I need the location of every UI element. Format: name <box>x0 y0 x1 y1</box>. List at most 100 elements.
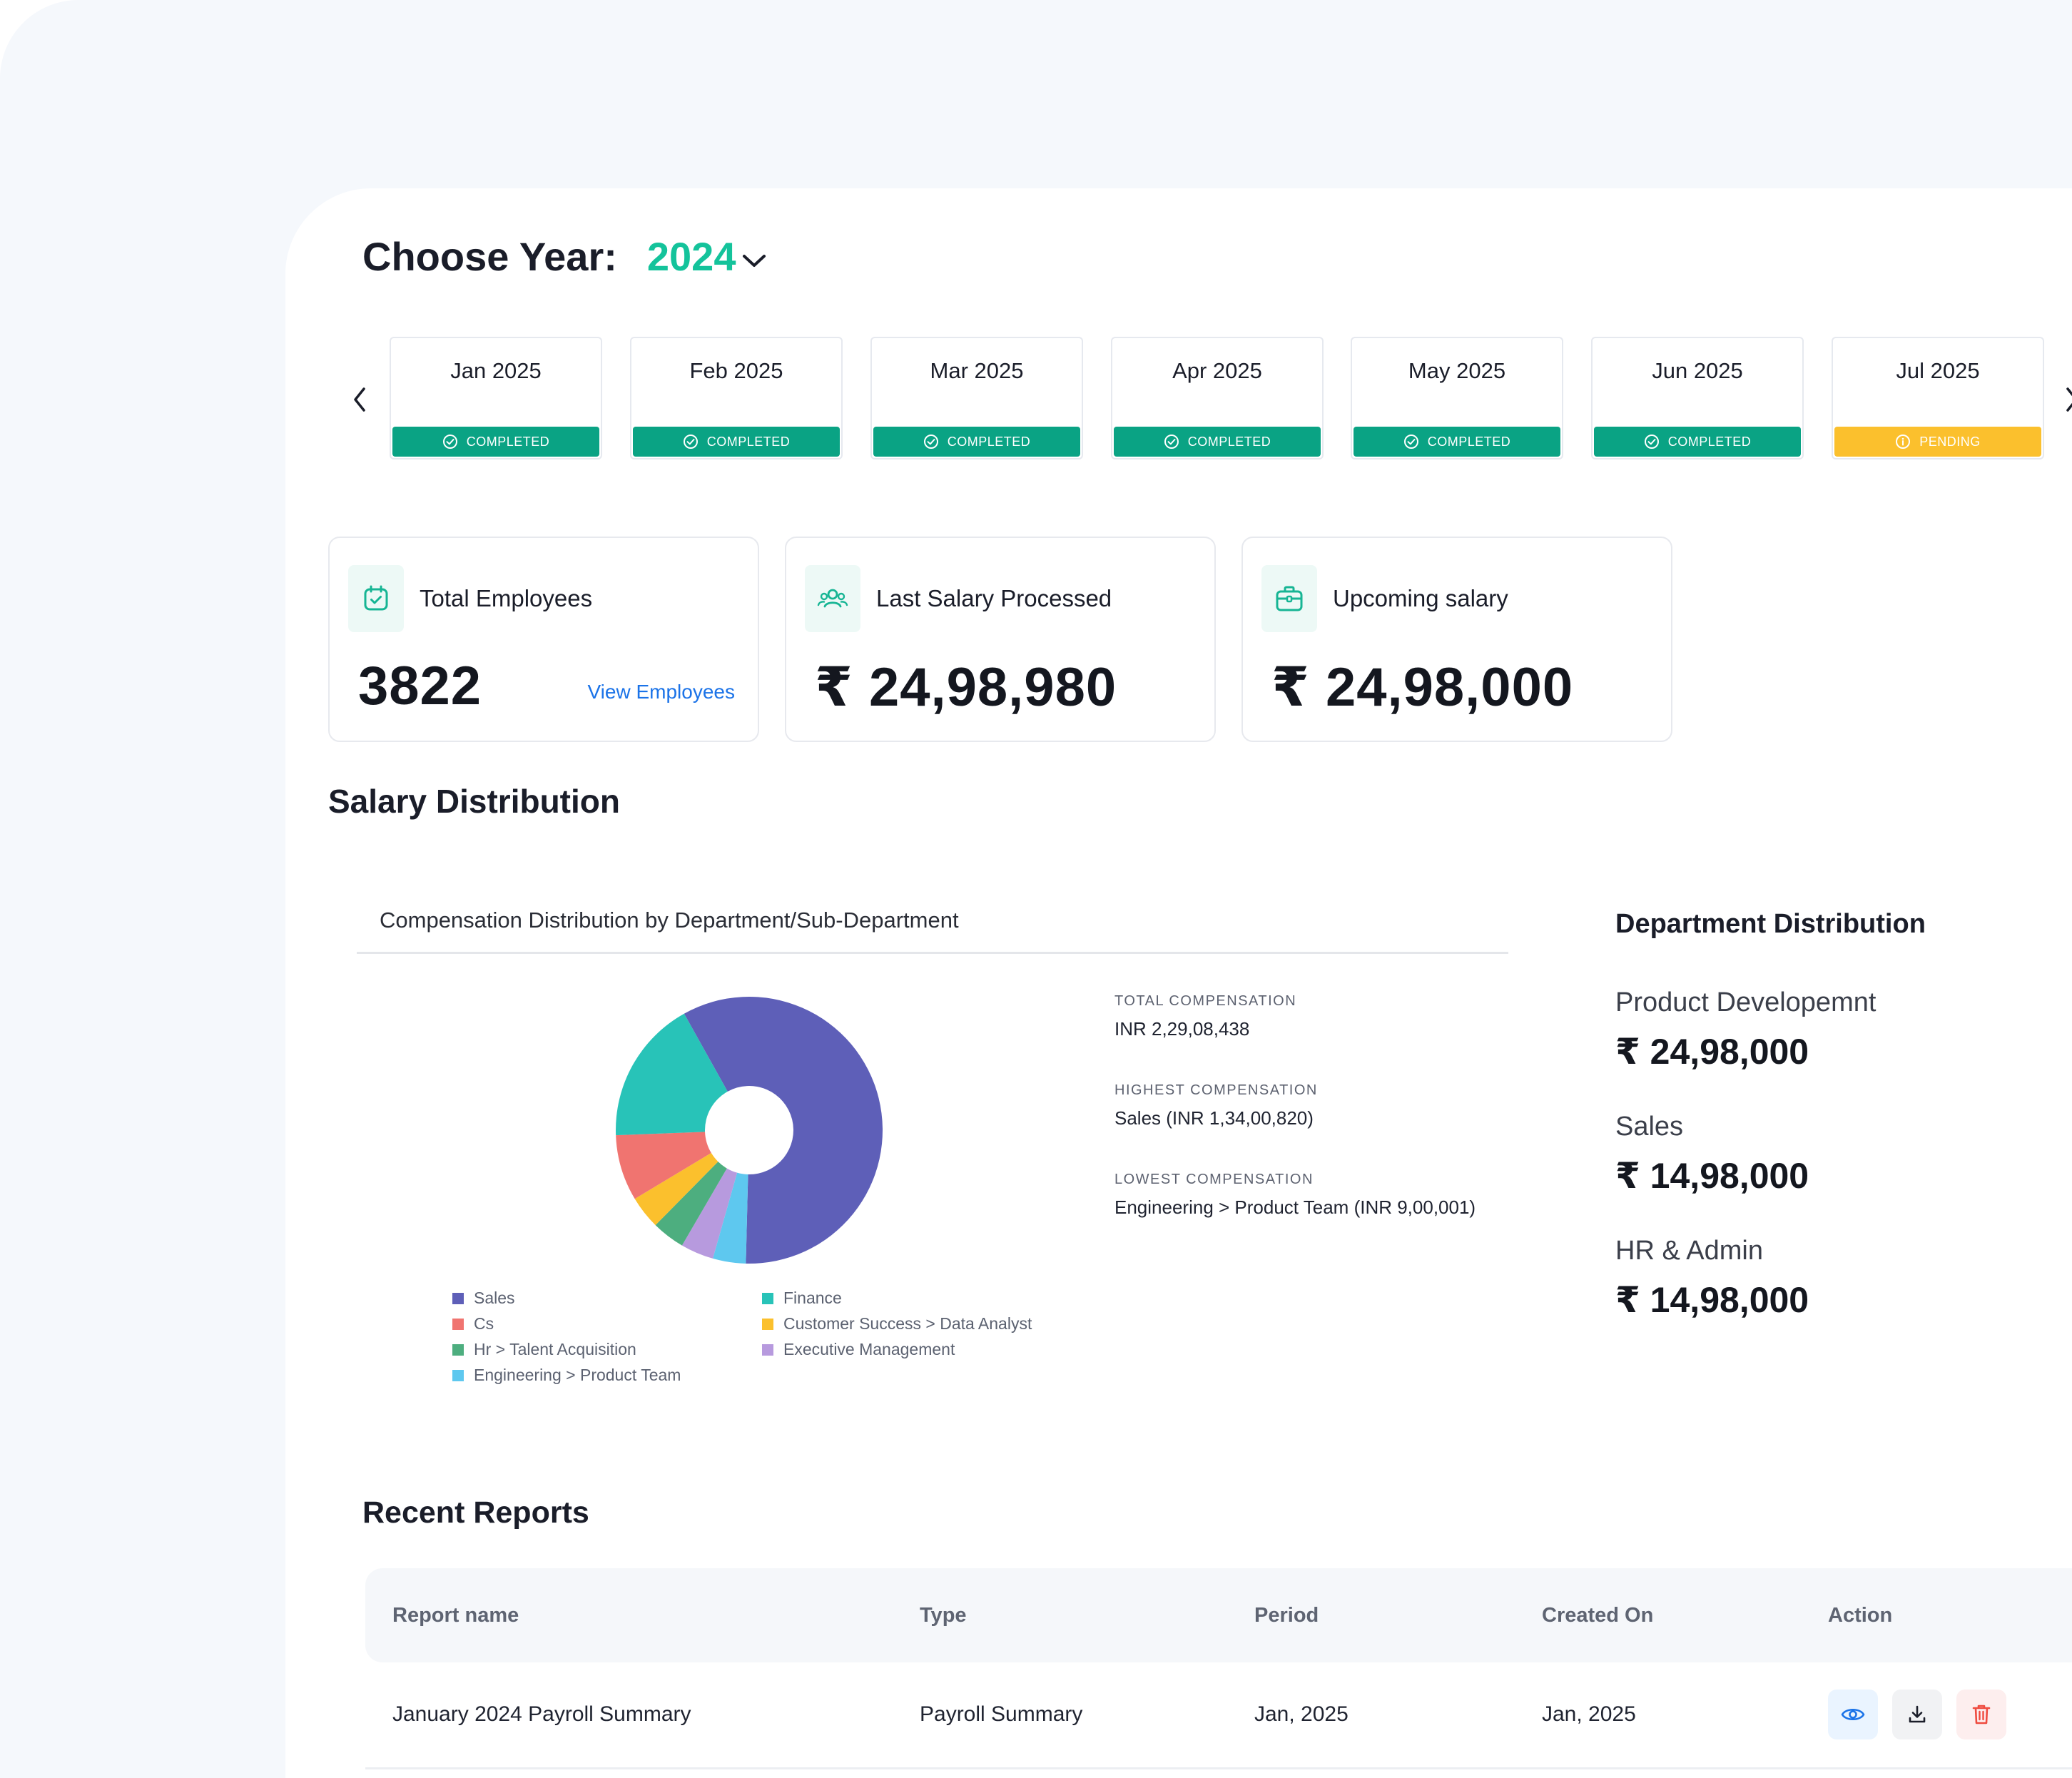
month-card-jun[interactable]: Jun 2025 COMPLETED <box>1591 337 1804 459</box>
summary-value: INR 2,29,08,438 <box>1114 1018 1250 1040</box>
eye-icon <box>1841 1708 1865 1721</box>
legend-label: Finance <box>783 1289 842 1307</box>
column-header[interactable]: Type <box>920 1604 967 1627</box>
download-button[interactable] <box>1892 1690 1942 1739</box>
status-badge: COMPLETED <box>1114 427 1321 457</box>
legend-label: Executive Management <box>783 1340 955 1358</box>
column-header[interactable]: Created On <box>1542 1604 1653 1627</box>
year-selector[interactable]: Choose Year: 2024 <box>362 231 767 281</box>
summary-lowest: LOWEST COMPENSATION Engineering > Produc… <box>1114 1172 1476 1219</box>
legend-item[interactable]: Hr > Talent Acquisition <box>452 1340 636 1359</box>
check-circle-icon <box>683 435 698 449</box>
column-header[interactable]: Report name <box>392 1604 519 1627</box>
month-card-jul[interactable]: Jul 2025 PENDING <box>1832 337 2044 459</box>
recent-reports-title: Recent Reports <box>362 1495 589 1530</box>
column-header[interactable]: Period <box>1254 1604 1319 1627</box>
trash-icon <box>1972 1705 1991 1724</box>
legend-item[interactable]: Cs <box>452 1314 494 1334</box>
last-salary-value: ₹ 24,98,980 <box>815 657 1117 718</box>
download-icon <box>1909 1705 1926 1723</box>
department-value: ₹ 14,98,000 <box>1615 1280 1809 1320</box>
month-card-jan[interactable]: Jan 2025 COMPLETED <box>390 337 602 459</box>
table-header: Report name Type Period Created On Actio… <box>365 1568 2072 1662</box>
legend-item[interactable]: Sales <box>452 1289 515 1308</box>
delete-button[interactable] <box>1956 1690 2006 1739</box>
check-circle-icon <box>1644 435 1659 449</box>
calendar-check-icon <box>348 565 404 632</box>
report-period: Jan, 2025 <box>1254 1702 1349 1726</box>
legend-swatch <box>452 1292 464 1304</box>
status-text: PENDING <box>1919 434 1981 449</box>
month-name: Jul 2025 <box>1896 358 1980 383</box>
status-badge: COMPLETED <box>1354 427 1560 457</box>
legend-item[interactable]: Executive Management <box>762 1340 955 1359</box>
check-circle-icon <box>923 435 938 449</box>
legend-swatch <box>762 1292 773 1304</box>
view-employees-link[interactable]: View Employees <box>588 681 735 703</box>
legend-item[interactable]: Finance <box>762 1289 842 1308</box>
table-row[interactable]: January 2024 Payroll Summary Payroll Sum… <box>365 1662 2072 1769</box>
report-name: January 2024 Payroll Summary <box>392 1702 691 1726</box>
year-label: Choose Year: <box>362 233 617 279</box>
legend-swatch <box>452 1318 464 1330</box>
summary-label: TOTAL COMPENSATION <box>1114 993 1297 1009</box>
status-badge: COMPLETED <box>392 427 599 457</box>
month-card-mar[interactable]: Mar 2025 COMPLETED <box>870 337 1083 459</box>
chevron-down-icon[interactable] <box>741 253 767 270</box>
status-text: COMPLETED <box>947 434 1031 449</box>
legend-item[interactable]: Engineering > Product Team <box>452 1366 681 1385</box>
last-salary-card: Last Salary Processed ₹ 24,98,980 <box>785 537 1216 742</box>
stat-title: Last Salary Processed <box>876 585 1112 611</box>
legend-label: Cs <box>474 1314 494 1333</box>
upcoming-salary-card: Upcoming salary ₹ 24,98,000 <box>1241 537 1672 742</box>
summary-value: Sales (INR 1,34,00,820) <box>1114 1107 1314 1129</box>
legend-swatch <box>452 1369 464 1381</box>
year-value[interactable]: 2024 <box>647 233 736 280</box>
department-name: HR & Admin <box>1615 1236 1763 1266</box>
status-text: COMPLETED <box>1187 434 1271 449</box>
check-circle-icon <box>1403 435 1418 449</box>
month-name: Jun 2025 <box>1652 358 1743 383</box>
legend-item[interactable]: Customer Success > Data Analyst <box>762 1314 1032 1334</box>
status-text: COMPLETED <box>1427 434 1511 449</box>
month-card-feb[interactable]: Feb 2025 COMPLETED <box>630 337 843 459</box>
legend-label: Hr > Talent Acquisition <box>474 1340 636 1358</box>
legend-swatch <box>762 1318 773 1330</box>
prev-month-button[interactable] <box>345 381 374 418</box>
department-name: Sales <box>1615 1112 1684 1142</box>
legend-label: Engineering > Product Team <box>474 1366 681 1384</box>
compensation-donut-chart <box>616 997 883 1264</box>
legend-label: Sales <box>474 1289 515 1307</box>
status-text: COMPLETED <box>706 434 791 449</box>
status-badge: COMPLETED <box>633 427 840 457</box>
month-name: Apr 2025 <box>1172 358 1262 383</box>
divider <box>357 952 1508 954</box>
status-badge: PENDING <box>1834 427 2041 457</box>
month-name: Mar 2025 <box>930 358 1024 383</box>
department-name: Product Developemnt <box>1615 987 1877 1017</box>
legend-swatch <box>452 1343 464 1356</box>
stat-title: Total Employees <box>420 585 593 611</box>
next-month-button[interactable] <box>2058 381 2072 418</box>
summary-highest: HIGHEST COMPENSATION Sales (INR 1,34,00,… <box>1114 1082 1318 1129</box>
month-card-apr[interactable]: Apr 2025 COMPLETED <box>1111 337 1324 459</box>
briefcase-icon <box>1261 565 1317 632</box>
check-circle-icon <box>442 435 457 449</box>
summary-label: LOWEST COMPENSATION <box>1114 1172 1314 1187</box>
chart-title: Compensation Distribution by Department/… <box>380 908 959 933</box>
department-value: ₹ 24,98,000 <box>1615 1032 1809 1072</box>
legend-label: Customer Success > Data Analyst <box>783 1314 1032 1333</box>
info-circle-icon <box>1896 435 1911 449</box>
status-badge: COMPLETED <box>873 427 1080 457</box>
department-distribution-title: Department Distribution <box>1615 909 1926 939</box>
summary-total: TOTAL COMPENSATION INR 2,29,08,438 <box>1114 993 1296 1040</box>
month-card-may[interactable]: May 2025 COMPLETED <box>1351 337 1563 459</box>
department-value: ₹ 14,98,000 <box>1615 1156 1809 1196</box>
app-frame: Choose Year: 2024 Jan 2025 COMPLETED Feb… <box>0 0 2072 1778</box>
salary-distribution-title: Salary Distribution <box>328 783 620 820</box>
summary-value: Engineering > Product Team (INR 9,00,001… <box>1114 1197 1476 1218</box>
view-button[interactable] <box>1828 1690 1878 1739</box>
report-type: Payroll Summary <box>920 1702 1083 1726</box>
report-created-on: Jan, 2025 <box>1542 1702 1636 1726</box>
total-employees-card: Total Employees 3822 View Employees <box>328 537 759 742</box>
